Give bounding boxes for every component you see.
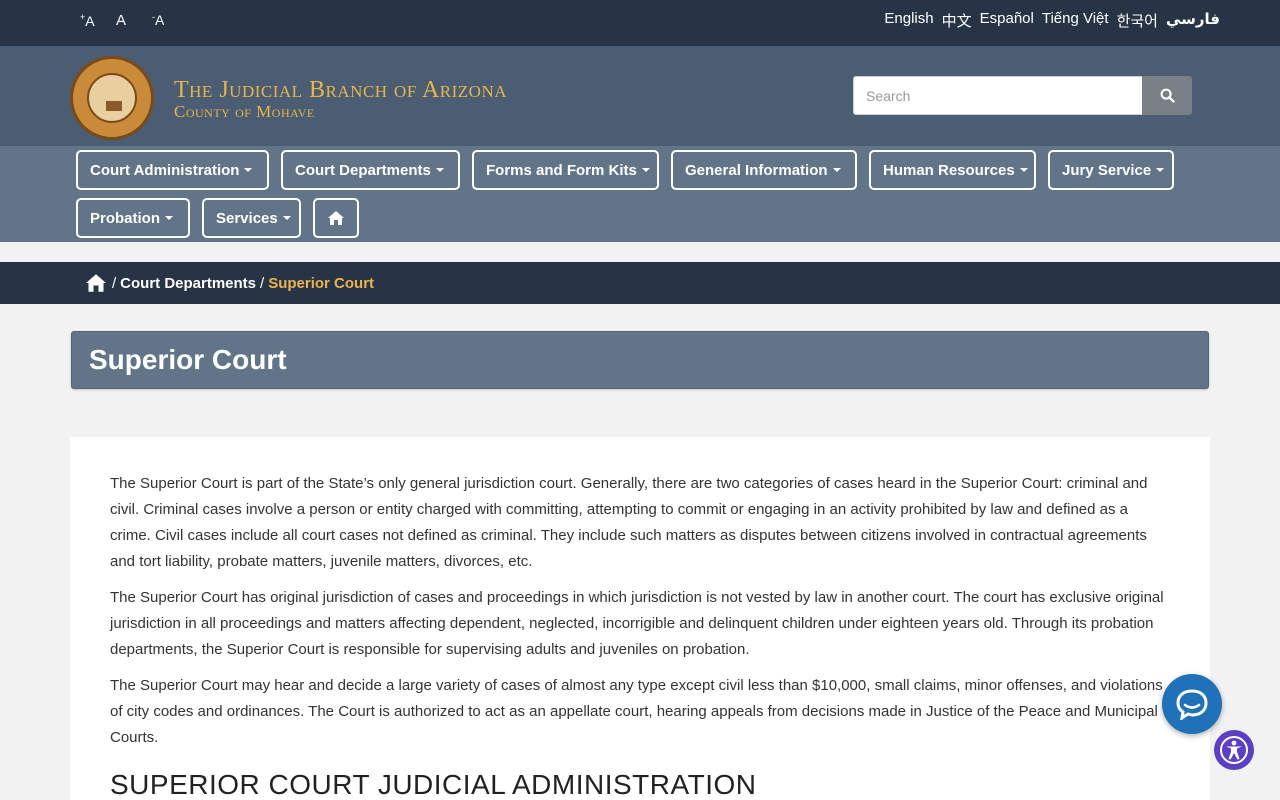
nav-court-departments[interactable]: Court Departments bbox=[281, 150, 460, 190]
nav-jury-service[interactable]: Jury Service bbox=[1048, 150, 1174, 190]
nav-forms-and-form-kits[interactable]: Forms and Form Kits bbox=[472, 150, 659, 190]
caret-down-icon bbox=[435, 168, 444, 172]
home-icon bbox=[328, 211, 344, 225]
caret-down-icon bbox=[1156, 168, 1165, 172]
font-size-controls: +A A -A bbox=[80, 12, 188, 29]
accessibility-icon bbox=[1220, 736, 1248, 764]
breadcrumb-separator: / bbox=[112, 274, 117, 292]
content-paragraph: The Superior Court has original jurisdic… bbox=[110, 589, 1164, 658]
nav-services[interactable]: Services bbox=[202, 198, 301, 238]
nav-general-information[interactable]: General Information bbox=[671, 150, 857, 190]
content-paragraph: The Superior Court is part of the State’… bbox=[110, 475, 1148, 570]
language-selector: English 中文 Español Tiếng Việt 한국어 فارسي bbox=[884, 10, 1220, 31]
site-brand[interactable]: The Judicial Branch of Arizona County of… bbox=[174, 78, 507, 122]
breadcrumb-court-departments[interactable]: Court Departments bbox=[120, 275, 256, 292]
breadcrumb-separator: / bbox=[260, 274, 265, 292]
arizona-state-seal-icon[interactable] bbox=[70, 56, 154, 140]
main-content: The Superior Court is part of the State’… bbox=[70, 437, 1210, 800]
search-input[interactable] bbox=[853, 76, 1143, 115]
nav-court-administration[interactable]: Court Administration bbox=[76, 150, 269, 190]
section-heading: SUPERIOR COURT JUDICIAL ADMINISTRATION bbox=[110, 769, 757, 800]
breadcrumb-current: Superior Court bbox=[268, 274, 375, 292]
home-icon[interactable] bbox=[84, 273, 108, 293]
site-header: The Judicial Branch of Arizona County of… bbox=[0, 46, 1280, 146]
search-button[interactable] bbox=[1142, 76, 1192, 115]
nav-probation[interactable]: Probation bbox=[76, 198, 190, 238]
caret-down-icon bbox=[832, 168, 841, 172]
breadcrumb: / Court Departments / Superior Court bbox=[0, 262, 1280, 304]
caret-down-icon bbox=[641, 168, 650, 172]
page-title: Superior Court bbox=[89, 344, 287, 375]
site-title: The Judicial Branch of Arizona bbox=[174, 77, 508, 103]
main-nav: Court Administration Court Departments F… bbox=[0, 146, 1280, 242]
chat-button[interactable] bbox=[1162, 674, 1222, 734]
caret-down-icon bbox=[244, 168, 253, 172]
lang-vietnamese[interactable]: Tiếng Việt bbox=[1042, 10, 1109, 31]
lang-korean[interactable]: 한국어 bbox=[1117, 10, 1158, 31]
search-icon bbox=[1160, 88, 1175, 103]
content-paragraph: The Superior Court may hear and decide a… bbox=[110, 677, 1163, 746]
lang-english[interactable]: English bbox=[884, 10, 933, 31]
caret-down-icon bbox=[165, 216, 173, 220]
decrease-font-icon[interactable]: -A bbox=[152, 12, 188, 29]
top-utility-bar: +A A -A English 中文 Español Tiếng Việt 한국… bbox=[0, 0, 1280, 46]
caret-down-icon bbox=[282, 216, 291, 220]
page-title-panel: Superior Court bbox=[71, 331, 1209, 389]
nav-human-resources[interactable]: Human Resources bbox=[869, 150, 1036, 190]
site-subtitle: County of Mohave bbox=[174, 102, 315, 121]
lang-farsi[interactable]: فارسي bbox=[1166, 10, 1220, 31]
lang-spanish[interactable]: Español bbox=[980, 10, 1034, 31]
reset-font-icon[interactable]: A bbox=[116, 12, 152, 29]
accessibility-button[interactable] bbox=[1214, 730, 1254, 770]
caret-down-icon bbox=[1019, 168, 1028, 172]
increase-font-icon[interactable]: +A bbox=[80, 12, 116, 29]
lang-chinese[interactable]: 中文 bbox=[942, 10, 972, 31]
nav-home-button[interactable] bbox=[313, 198, 359, 238]
chat-bubble-icon bbox=[1176, 689, 1208, 720]
